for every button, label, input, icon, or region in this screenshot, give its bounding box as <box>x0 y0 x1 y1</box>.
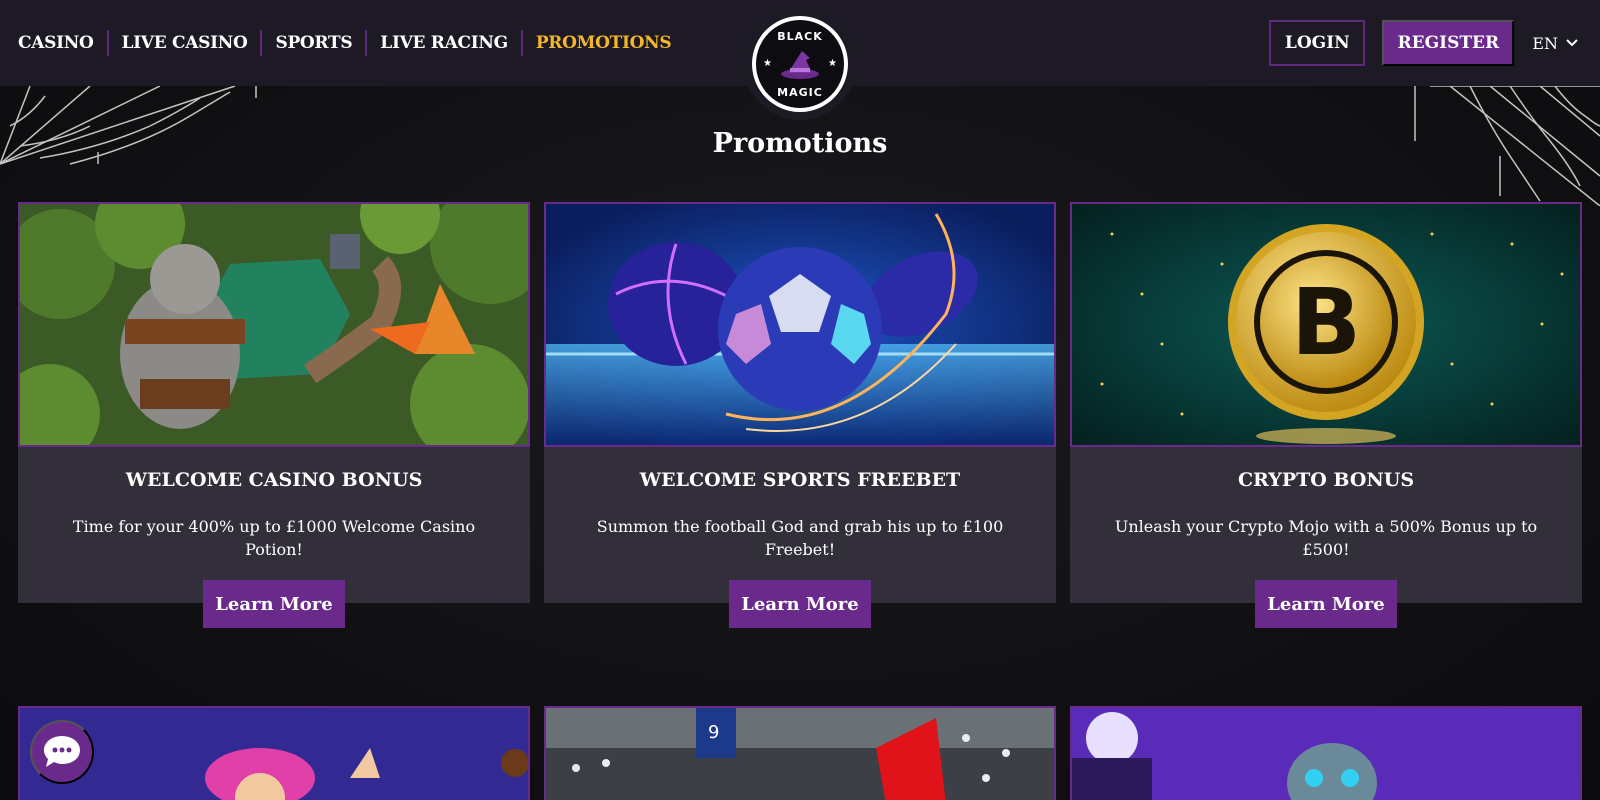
promo-card-image-partial[interactable] <box>18 706 530 800</box>
nav-item-sports[interactable]: SPORTS <box>262 30 365 56</box>
register-button[interactable]: REGISTER <box>1382 20 1515 66</box>
svg-text:9: 9 <box>708 722 719 743</box>
login-button[interactable]: LOGIN <box>1269 20 1366 66</box>
site-logo[interactable]: BLACK ★ ★ MAGIC <box>744 8 856 120</box>
spider-web-left-decoration <box>0 86 257 165</box>
nav-item-promotions[interactable]: PROMOTIONS <box>523 30 685 56</box>
learn-more-button[interactable]: Learn More <box>1255 580 1397 628</box>
promo-image-casino[interactable] <box>18 202 530 447</box>
header-actions: LOGIN REGISTER EN <box>1269 0 1600 86</box>
language-selector[interactable]: EN <box>1532 34 1578 53</box>
spider-web-right-decoration <box>1414 86 1600 206</box>
chevron-down-icon <box>1566 39 1578 47</box>
promo-title: CRYPTO BONUS <box>1237 469 1415 491</box>
promo-description: Summon the football God and grab his up … <box>596 517 1004 559</box>
star-icon: ★ <box>828 58 837 69</box>
promo-description: Unleash your Crypto Mojo with a 500% Bon… <box>1114 517 1538 559</box>
language-label: EN <box>1532 33 1558 53</box>
promo-card-image-partial[interactable]: 9 <box>544 706 1056 800</box>
promo-card-image-partial[interactable] <box>1070 706 1582 800</box>
promo-card-sports: WELCOME SPORTS FREEBET Summon the footba… <box>544 202 1056 628</box>
promo-title: WELCOME CASINO BONUS <box>125 469 423 491</box>
promo-image-crypto[interactable]: B <box>1070 202 1582 447</box>
star-icon: ★ <box>763 58 772 69</box>
learn-more-button[interactable]: Learn More <box>729 580 871 628</box>
promo-card-casino: WELCOME CASINO BONUS Time for your 400% … <box>18 202 530 628</box>
logo-text-bottom: MAGIC <box>777 86 823 99</box>
main-nav: CASINO LIVE CASINO SPORTS LIVE RACING PR… <box>0 0 684 86</box>
svg-text:B: B <box>1291 269 1361 376</box>
nav-item-live-racing[interactable]: LIVE RACING <box>367 30 521 56</box>
learn-more-button[interactable]: Learn More <box>203 580 345 628</box>
promo-card-crypto: B CRYPTO BONUS Unleash your Crypto Mojo … <box>1070 202 1582 628</box>
witch-hat-icon <box>781 51 819 79</box>
promo-description: Time for your 400% up to £1000 Welcome C… <box>72 517 476 559</box>
promo-image-sports[interactable] <box>544 202 1056 447</box>
live-chat-button[interactable] <box>30 720 94 784</box>
nav-item-live-casino[interactable]: LIVE CASINO <box>109 30 261 56</box>
promo-title: WELCOME SPORTS FREEBET <box>639 469 961 491</box>
nav-item-casino[interactable]: CASINO <box>18 30 107 56</box>
chat-bubble-icon <box>44 736 80 767</box>
logo-text-top: BLACK <box>777 30 823 43</box>
